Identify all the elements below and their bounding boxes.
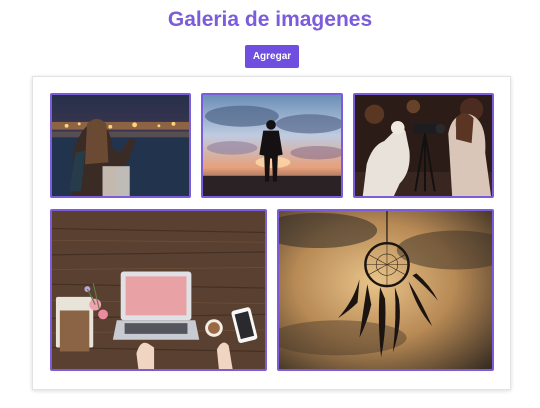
gallery-page: Galeria de imagenes Agregar	[0, 0, 540, 408]
sunset-silhouette-photo	[203, 95, 341, 196]
add-button[interactable]: Agregar	[245, 45, 299, 68]
gallery-image-5[interactable]	[277, 209, 494, 371]
gallery-image-2[interactable]	[201, 93, 343, 198]
page-title: Galeria de imagenes	[167, 8, 373, 31]
gallery-image-4[interactable]	[50, 209, 267, 371]
camera-dog-photo	[355, 95, 492, 196]
city-night-photo	[52, 95, 189, 196]
dreamcatcher-photo	[279, 211, 492, 369]
gallery-image-3[interactable]	[353, 93, 494, 198]
gallery-image-1[interactable]	[50, 93, 191, 198]
laptop-desk-photo	[52, 211, 265, 369]
